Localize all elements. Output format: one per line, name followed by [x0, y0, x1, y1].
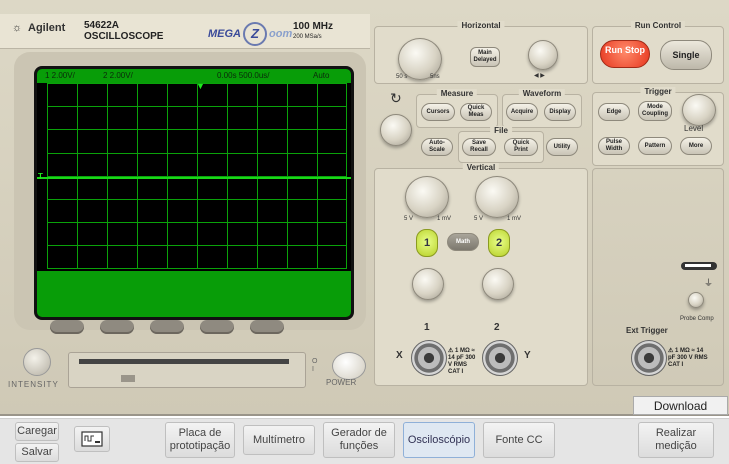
power-label: POWER — [326, 378, 357, 387]
more-button[interactable]: More — [680, 137, 712, 155]
screen-graticule — [47, 83, 347, 269]
screen-status-bar: 1 2.00V/ 2 2.00V/ 0.00s 500.0us/ Auto — [37, 69, 351, 83]
screen-softkey-area — [37, 271, 351, 317]
oscilloscope-image: ☼ Agilent 54622A OSCILLOSCOPE MEGA Zoom 100… — [0, 0, 729, 416]
trigger-level-knob[interactable] — [682, 94, 716, 126]
quick-print-button[interactable]: Quick Print — [504, 138, 538, 156]
ground-marker: T — [38, 172, 43, 181]
screenshot-icon — [81, 431, 103, 447]
protoboard-button[interactable]: Placa de prototipação — [165, 422, 235, 458]
pulse-width-button[interactable]: Pulse Width — [598, 137, 630, 155]
softkey-5[interactable] — [250, 320, 284, 334]
ch2-scale-knob[interactable] — [475, 176, 519, 218]
autoscale-button[interactable]: Auto-Scale — [421, 138, 453, 156]
floppy-eject-button[interactable] — [121, 375, 135, 382]
brand-logo: ☼ Agilent — [11, 22, 66, 34]
ch2-bnc-input[interactable] — [482, 340, 518, 376]
run-stop-button[interactable]: Run Stop — [600, 40, 650, 68]
entry-knob[interactable] — [380, 114, 412, 146]
power-symbols: OI — [312, 358, 318, 373]
save-button[interactable]: Salvar — [15, 443, 59, 462]
cursors-button[interactable]: Cursors — [421, 103, 455, 121]
floppy-drive — [68, 352, 306, 388]
model-label: 54622A OSCILLOSCOPE — [84, 20, 164, 42]
dc-supply-button[interactable]: Fonte CC — [483, 422, 555, 458]
probe-comp-terminal[interactable] — [681, 262, 717, 270]
screenshot-button[interactable] — [74, 426, 110, 452]
power-button[interactable] — [332, 352, 366, 380]
softkey-3[interactable] — [150, 320, 184, 334]
scope-screen: 1 2.00V/ 2 2.00V/ 0.00s 500.0us/ Auto ▼ … — [34, 66, 354, 320]
download-manual-button[interactable]: Download Manual — [633, 396, 728, 432]
horizontal-arrows-icon: ◀ ▶ — [534, 73, 545, 79]
pattern-button[interactable]: Pattern — [638, 137, 672, 155]
acquire-button[interactable]: Acquire — [506, 103, 538, 121]
ch2-button[interactable]: 2 — [488, 229, 510, 257]
softkey-2[interactable] — [100, 320, 134, 334]
intensity-label: INTENSITY — [8, 380, 59, 389]
ch1-bnc-input[interactable] — [411, 340, 447, 376]
ground-icon: ⏚ — [704, 278, 714, 288]
math-button[interactable]: Math — [447, 233, 479, 251]
spec-label: 100 MHz 200 MSa/s — [293, 21, 334, 40]
measure-button[interactable]: Realizar medição — [638, 422, 714, 458]
multimeter-button[interactable]: Multímetro — [243, 425, 315, 455]
softkey-4[interactable] — [200, 320, 234, 334]
undo-arrow-icon: ↻ — [390, 90, 402, 106]
probe-comp-ground[interactable] — [688, 292, 704, 308]
oscilloscope-button[interactable]: Osciloscópio — [403, 422, 475, 458]
waveform-trace — [37, 177, 351, 179]
single-button[interactable]: Single — [660, 40, 712, 70]
softkey-1[interactable] — [50, 320, 84, 334]
ch1-scale-knob[interactable] — [405, 176, 449, 218]
ext-trigger-bnc-input[interactable] — [631, 340, 667, 376]
bottom-toolbar: Caregar Salvar Placa de prototipação Mul… — [0, 418, 729, 464]
ch1-button[interactable]: 1 — [416, 229, 438, 257]
save-recall-button[interactable]: Save Recall — [462, 138, 496, 156]
load-button[interactable]: Caregar — [15, 422, 59, 441]
main-delayed-button[interactable]: Main Delayed — [470, 47, 500, 67]
trigger-position-marker: ▼ — [196, 81, 205, 91]
agilent-spark-icon: ☼ — [11, 22, 23, 34]
intensity-knob[interactable] — [23, 348, 51, 376]
display-button[interactable]: Display — [544, 103, 576, 121]
horizontal-position-knob[interactable] — [528, 40, 558, 70]
ch1-position-knob[interactable] — [412, 268, 444, 300]
utility-button[interactable]: Utility — [546, 138, 578, 156]
ch2-position-knob[interactable] — [482, 268, 514, 300]
edge-button[interactable]: Edge — [598, 103, 630, 121]
function-generator-button[interactable]: Gerador de funções — [323, 422, 395, 458]
quick-meas-button[interactable]: Quick Meas — [460, 103, 492, 121]
mode-coupling-button[interactable]: Mode Coupling — [638, 101, 672, 121]
megazoom-logo: MEGA Zoom — [208, 22, 292, 46]
